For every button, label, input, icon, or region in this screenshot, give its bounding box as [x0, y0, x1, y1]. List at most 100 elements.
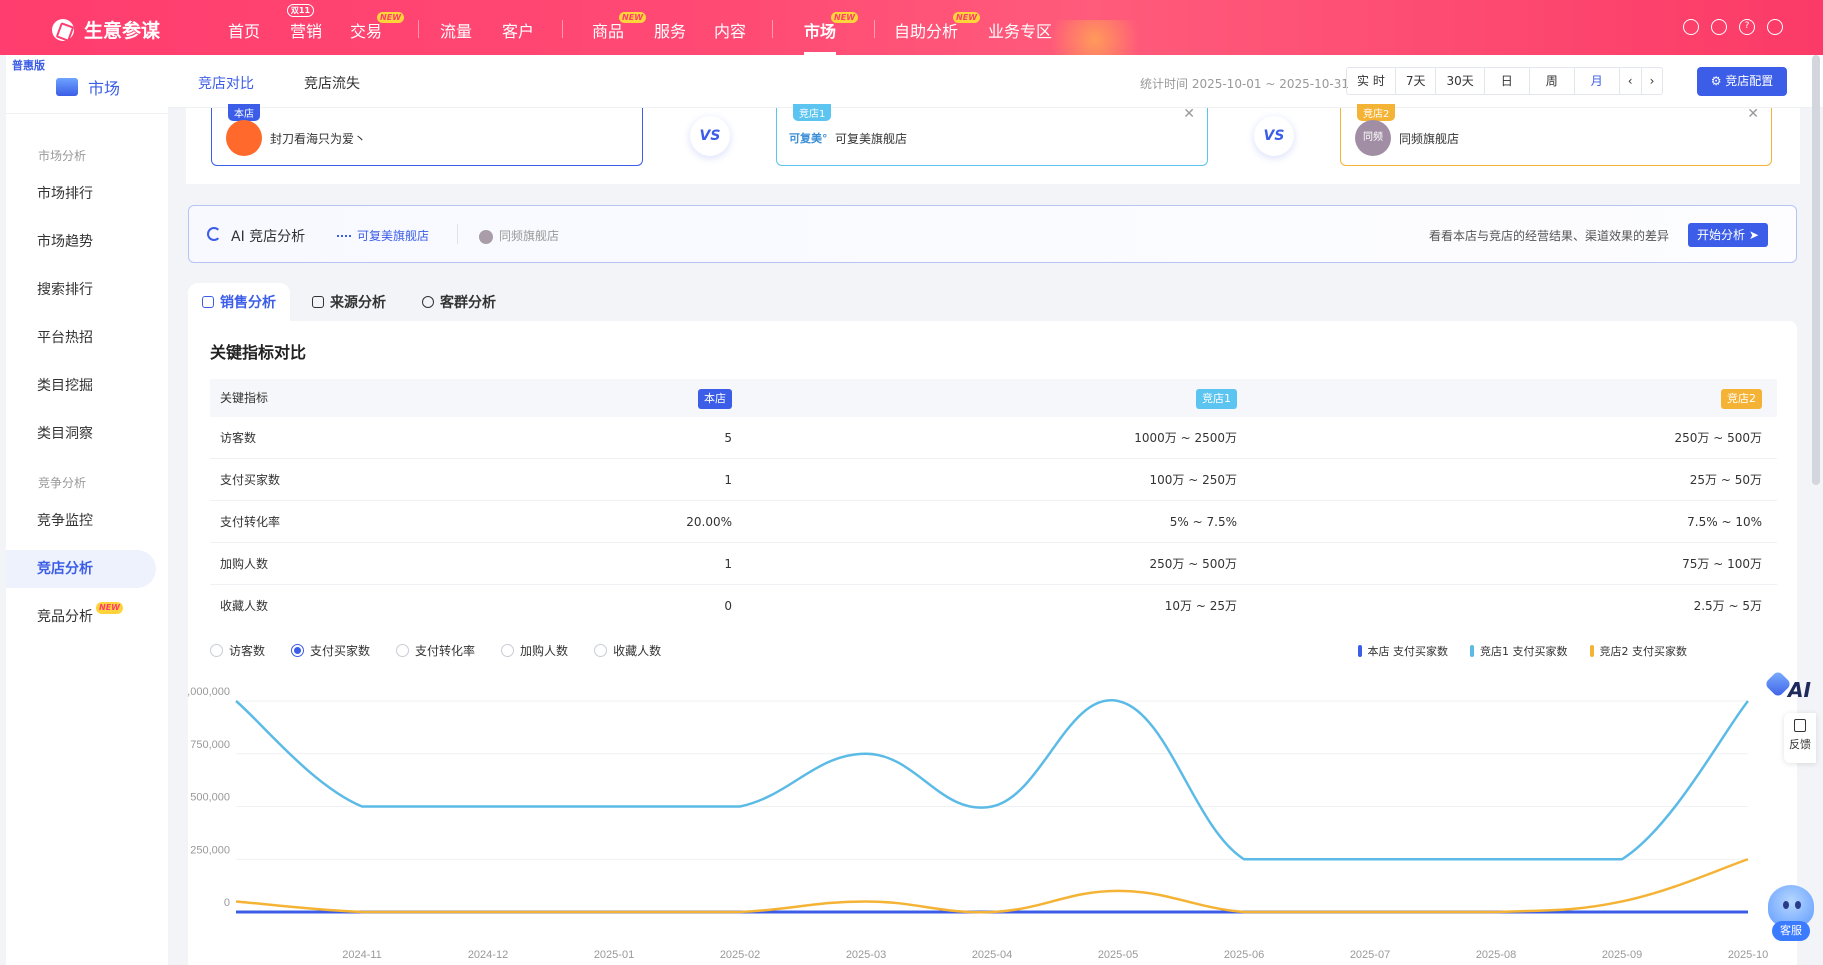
logo-icon	[52, 18, 74, 41]
nav-trade[interactable]: 交易 NEW	[350, 12, 405, 42]
sidebar-item-market-rank[interactable]: 市场排行	[6, 175, 156, 213]
own-value: 1	[724, 557, 732, 571]
y-tick-label: 0	[224, 897, 230, 909]
sub-header: 竞店对比 竞店流失 统计时间 2025-10-01 ~ 2025-10-31 实…	[168, 55, 1823, 110]
legend-item[interactable]: 竞店2 支付买家数	[1589, 643, 1687, 659]
own-value: 0	[724, 599, 732, 613]
nav-self-analysis[interactable]: 自助分析 NEW	[894, 12, 981, 42]
nav-business-zone[interactable]: 业务专区	[988, 18, 1052, 42]
feedback-icon	[1794, 719, 1806, 732]
ai-moon-icon	[207, 227, 221, 241]
header-own-shop: 本店	[698, 388, 732, 409]
tab-competitor-compare[interactable]: 竞店对比	[198, 73, 254, 110]
competitor2-card[interactable]: 竞店2 同频 同频旗舰店 ✕	[1340, 104, 1772, 166]
divider	[6, 113, 168, 114]
range-week[interactable]: 周	[1530, 68, 1575, 94]
brand-logo[interactable]: 生意参谋	[52, 16, 160, 43]
sidebar-item-search-rank[interactable]: 搜索排行	[6, 271, 156, 309]
shop-name: 封刀看海只为爱丶	[270, 132, 367, 146]
radio-paying-buyers[interactable]: 支付买家数	[291, 642, 370, 659]
shop-tag: 竞店1	[793, 104, 832, 121]
nav-service[interactable]: 服务	[654, 18, 686, 42]
competitor1-value: 5% ~ 7.5%	[1169, 515, 1237, 529]
header-competitor1: 竞店1	[1196, 388, 1237, 409]
sidebar-item-category-insight[interactable]: 类目洞察	[6, 415, 156, 453]
close-icon[interactable]: ✕	[1747, 106, 1759, 122]
y-tick-label: 500,000	[190, 792, 230, 804]
ai-assistant-button[interactable]: AI	[1760, 668, 1816, 708]
competitor1-card[interactable]: 竞店1 可复美° 可复美旗舰店 ✕	[776, 104, 1208, 166]
customer-service-button[interactable]: 客服	[1766, 885, 1816, 943]
stat-time: 统计时间 2025-10-01 ~ 2025-10-31	[1140, 77, 1349, 91]
nav-goods[interactable]: 商品 NEW	[592, 12, 647, 42]
sidebar-item-competition-monitor[interactable]: 竞争监控	[6, 502, 156, 540]
help-icon[interactable]: ?	[1739, 19, 1755, 35]
range-realtime[interactable]: 实 时	[1347, 68, 1396, 94]
nav-customer[interactable]: 客户	[502, 18, 534, 42]
scrollbar[interactable]	[1812, 55, 1820, 485]
sidebar: 普惠版 市场 市场分析 市场排行 市场趋势 搜索排行 平台热招 类目挖掘 类目洞…	[6, 55, 168, 965]
nav-home[interactable]: 首页	[228, 18, 260, 42]
user-icon[interactable]	[1711, 19, 1727, 35]
y-tick-label: 250,000	[190, 844, 230, 856]
top-icons: ?	[1683, 19, 1783, 35]
tab-customer-analysis[interactable]: 客群分析	[408, 283, 510, 323]
range-day[interactable]: 日	[1485, 68, 1530, 94]
sidebar-module[interactable]: 市场	[56, 75, 120, 99]
radio-conversion-rate[interactable]: 支付转化率	[396, 642, 475, 659]
next-period-button[interactable]: ›	[1642, 68, 1663, 94]
nav-separator	[772, 20, 773, 38]
close-icon[interactable]: ✕	[1183, 106, 1195, 122]
nav-separator	[418, 20, 419, 38]
sidebar-group-market: 市场分析	[38, 149, 87, 163]
tab-sales-analysis[interactable]: 销售分析	[188, 283, 290, 323]
nav-separator	[562, 20, 563, 38]
radio-visitors[interactable]: 访客数	[210, 642, 265, 659]
table-row: 加购人数 1 250万 ~ 500万 75万 ~ 100万	[210, 543, 1777, 585]
legend-item[interactable]: 本店 支付买家数	[1357, 643, 1448, 659]
tab-competitor-loss[interactable]: 竞店流失	[304, 73, 360, 93]
metric-selector: 访客数 支付买家数 支付转化率 加购人数 收藏人数	[210, 642, 661, 659]
x-tick-label: 2025-09	[1602, 949, 1642, 961]
new-badge: NEW	[953, 12, 981, 23]
top-nav-bar: 生意参谋 首页 营销 双11 交易 NEW 流量 客户 商品 NEW 服务 内容 市场…	[0, 0, 1823, 60]
nav-market[interactable]: 市场 NEW	[804, 12, 859, 55]
ai-title: AI 竞店分析	[231, 229, 306, 245]
logout-icon[interactable]	[1767, 19, 1783, 35]
sidebar-item-platform-hot[interactable]: 平台热招	[6, 319, 156, 357]
competitor1-value: 1000万 ~ 2500万	[1134, 431, 1237, 445]
sidebar-item-competitor-product[interactable]: 竞品分析 NEW	[6, 598, 156, 636]
feedback-button[interactable]: 反馈	[1784, 713, 1816, 763]
sidebar-item-competitor-shop[interactable]: 竞店分析	[6, 550, 156, 588]
nav-marketing[interactable]: 营销 双11	[286, 4, 322, 42]
own-shop-card[interactable]: 本店 封刀看海只为爱丶	[211, 104, 643, 166]
metric-name: 加购人数	[220, 557, 269, 571]
metric-name: 支付转化率	[220, 515, 281, 529]
range-month[interactable]: 月	[1575, 68, 1620, 94]
shop-compare-cards: 本店 封刀看海只为爱丶 VS 竞店1 可复美° 可复美旗舰店 ✕ VS 竞店2 …	[186, 104, 1800, 184]
nav-traffic[interactable]: 流量	[440, 18, 472, 42]
x-tick-label: 2025-03	[846, 949, 886, 961]
ai-competitor2: 同频旗舰店	[479, 227, 559, 244]
sidebar-item-market-trend[interactable]: 市场趋势	[6, 223, 156, 261]
radio-favorites[interactable]: 收藏人数	[594, 642, 661, 659]
prev-period-button[interactable]: ‹	[1620, 68, 1642, 94]
sidebar-item-category-mining[interactable]: 类目挖掘	[6, 367, 156, 405]
header-metric: 关键指标	[220, 391, 269, 405]
new-badge: NEW	[377, 12, 405, 23]
range-30d[interactable]: 30天	[1436, 68, 1485, 94]
competitor-config-button[interactable]: ⚙ 竞店配置	[1697, 67, 1787, 96]
ai-competitor1: 可复美旗舰店	[337, 227, 429, 244]
message-icon[interactable]	[1683, 19, 1699, 35]
metric-name: 支付买家数	[220, 473, 281, 487]
service-label: 客服	[1772, 921, 1810, 941]
start-analysis-button[interactable]: 开始分析 ➤	[1688, 223, 1768, 247]
range-7d[interactable]: 7天	[1396, 68, 1437, 94]
x-tick-label: 2024-11	[342, 949, 382, 961]
radio-add-to-cart[interactable]: 加购人数	[501, 642, 568, 659]
x-tick-label: 2025-04	[972, 949, 1012, 961]
ai-analysis-bar: AI 竞店分析 可复美旗舰店 同频旗舰店 看看本店与竞店的经营结果、渠道效果的差…	[188, 205, 1797, 263]
tab-source-analysis[interactable]: 来源分析	[298, 283, 400, 323]
nav-content[interactable]: 内容	[714, 18, 746, 42]
legend-item[interactable]: 竞店1 支付买家数	[1470, 643, 1568, 659]
